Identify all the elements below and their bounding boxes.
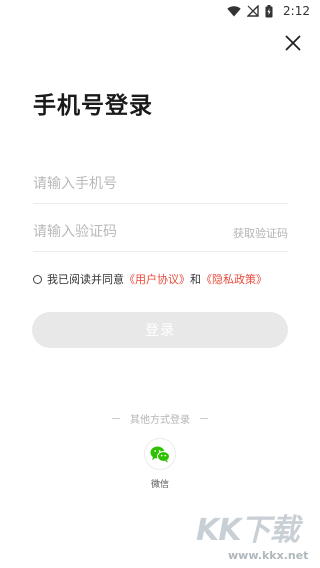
- status-bar: 2:12: [0, 0, 320, 24]
- divider-line-right: [200, 418, 208, 419]
- battery-charging-icon: [265, 4, 273, 17]
- divider-line-left: [112, 418, 120, 419]
- user-agreement-link[interactable]: 《用户协议》: [124, 271, 190, 287]
- code-field: 获取验证码: [33, 212, 288, 252]
- agreement-row: 我已阅读并同意 《用户协议》 和 《隐私政策》: [33, 271, 267, 287]
- signal-off-icon: [247, 5, 259, 17]
- watermark-logo: KK下载: [196, 513, 299, 548]
- phone-input[interactable]: [33, 164, 288, 203]
- verification-code-input[interactable]: [33, 212, 213, 251]
- other-login-divider: 其他方式登录: [0, 411, 320, 426]
- login-button[interactable]: 登录: [32, 312, 288, 348]
- status-time: 2:12: [283, 4, 310, 18]
- wifi-icon: [227, 5, 241, 16]
- page-title: 手机号登录: [33, 93, 153, 119]
- agreement-radio[interactable]: [33, 274, 42, 284]
- close-button[interactable]: [280, 30, 306, 56]
- other-login-label: 其他方式登录: [130, 415, 190, 426]
- watermark: KK下载 www.kkx.net: [196, 505, 320, 565]
- privacy-policy-link[interactable]: 《隐私政策》: [201, 271, 267, 287]
- close-icon: [285, 35, 301, 51]
- phone-field: [33, 164, 288, 204]
- wechat-label: 微信: [150, 480, 169, 490]
- wechat-icon: [150, 446, 170, 462]
- agreement-prefix: 我已阅读并同意: [47, 273, 124, 286]
- agreement-connector: 和: [190, 273, 201, 286]
- get-code-button[interactable]: 获取验证码: [233, 225, 288, 241]
- watermark-url: www.kkx.net: [228, 549, 309, 562]
- wechat-login-button[interactable]: [144, 438, 176, 470]
- status-icons: 2:12: [227, 4, 310, 18]
